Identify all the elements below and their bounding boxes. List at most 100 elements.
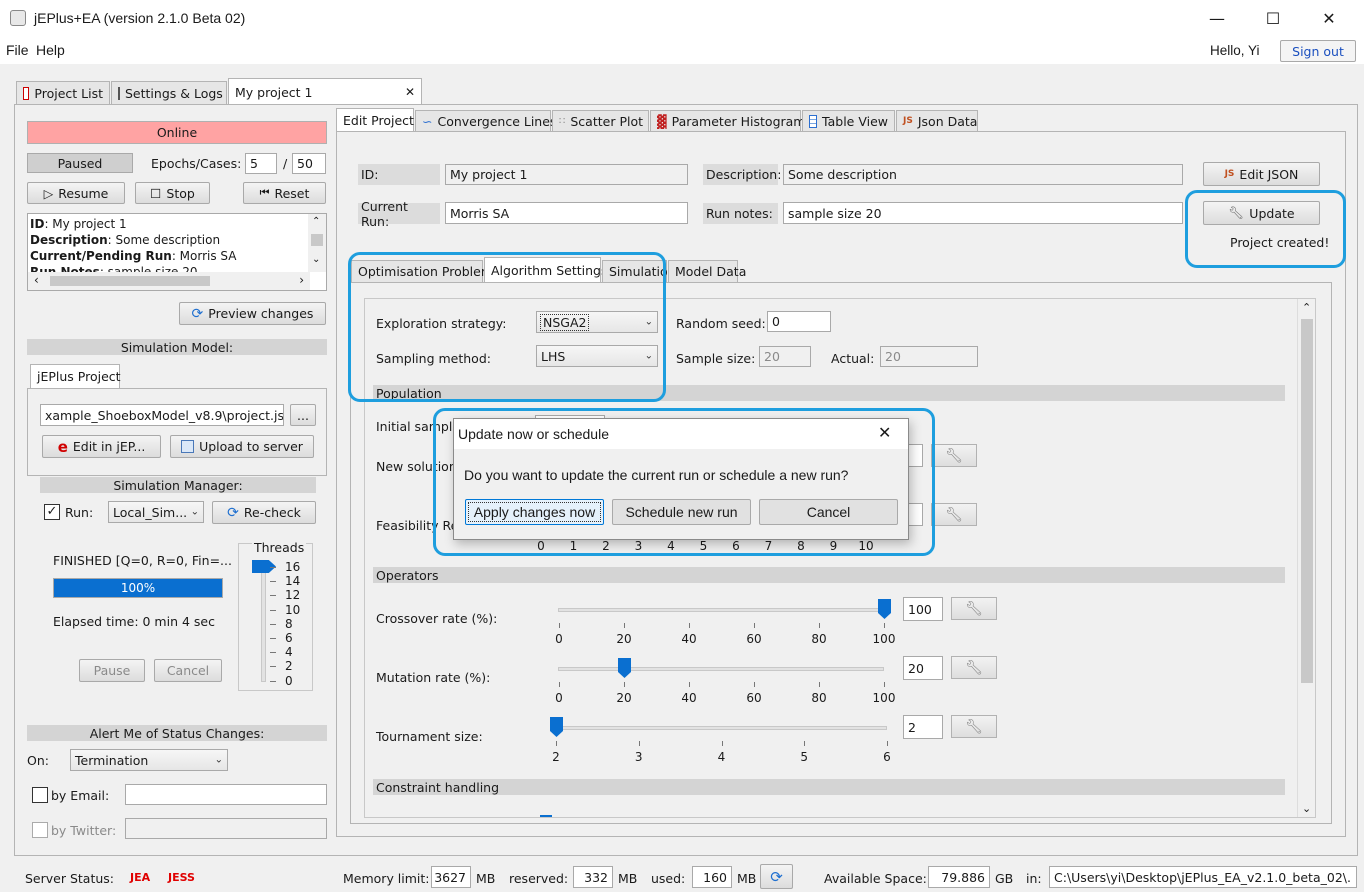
wrench-icon: 🔧︎ xyxy=(965,718,983,735)
crossover-input[interactable]: 100 xyxy=(903,597,943,621)
mutation-tick-label: 100 xyxy=(872,691,896,705)
cancel-sim-button[interactable]: Cancel xyxy=(154,659,222,682)
tab-settings-logs[interactable]: Settings & Logs xyxy=(111,81,227,104)
close-icon[interactable]: ✕ xyxy=(1306,4,1352,34)
preview-changes-button[interactable]: ⟳ Preview changes xyxy=(179,302,326,325)
mutation-tick-mark xyxy=(624,682,625,687)
tab-edit-project[interactable]: Edit Project xyxy=(336,108,414,132)
refresh-memory-button[interactable]: ⟳ xyxy=(760,864,793,889)
scroll-down-icon[interactable]: ⌄ xyxy=(1302,802,1311,815)
highlight-update xyxy=(1185,190,1346,268)
tab-table-view[interactable]: Table View xyxy=(802,110,895,131)
tournament-input[interactable]: 2 xyxy=(903,715,943,739)
sign-out-button[interactable]: Sign out xyxy=(1280,40,1356,62)
mutation-wrench-button[interactable]: 🔧︎ xyxy=(951,656,997,679)
mutation-slider-track[interactable] xyxy=(558,667,884,671)
tab-scatter-plot[interactable]: ∷ Scatter Plot xyxy=(552,110,649,131)
crossover-tick-mark xyxy=(689,623,690,628)
mutation-tick-mark xyxy=(754,682,755,687)
used-value: 160 xyxy=(692,866,732,888)
new-solutions-wrench-button[interactable]: 🔧︎ xyxy=(931,444,977,467)
mutation-tick-label: 80 xyxy=(811,691,827,705)
tab-my-project[interactable]: My project 1 ✕ xyxy=(228,78,422,105)
mutation-label: Mutation rate (%): xyxy=(376,670,491,685)
log-icon xyxy=(118,86,120,100)
constraint-slider-thumb[interactable] xyxy=(540,815,552,817)
run-combo[interactable]: Local_Sim... ⌄ xyxy=(108,501,204,523)
info-hscrollbar[interactable]: ‹ › xyxy=(28,272,310,290)
current-run-label: Current Run: xyxy=(358,199,440,229)
tab-model-data[interactable]: Model Data xyxy=(668,260,746,282)
description-input[interactable]: Some description xyxy=(783,164,1183,185)
algorithm-vscrollbar[interactable]: ⌃ ⌄ xyxy=(1297,299,1315,817)
wrench-icon: 🔧︎ xyxy=(965,600,983,617)
alert-on-combo[interactable]: Termination ⌄ xyxy=(70,749,228,771)
on-label: On: xyxy=(27,753,49,768)
highlight-dialog xyxy=(433,408,935,556)
project-info-box[interactable]: ID: My project 1 Description: Some descr… xyxy=(27,213,327,291)
project-path-input[interactable]: xample_ShoeboxModel_v8.9\project.json xyxy=(40,404,284,426)
crossover-wrench-button[interactable]: 🔧︎ xyxy=(951,597,997,620)
threads-tick-label: 4 xyxy=(285,645,293,660)
crossover-slider-track[interactable] xyxy=(558,608,884,612)
tournament-slider-track[interactable] xyxy=(553,726,887,730)
threads-tick-label: 2 xyxy=(285,659,293,674)
maximize-icon[interactable]: ☐ xyxy=(1250,4,1296,34)
progress-bar: 100% xyxy=(53,578,223,598)
reset-button[interactable]: ⏮ Reset xyxy=(243,182,326,204)
chevron-down-icon: ⌄ xyxy=(214,754,223,766)
current-run-input[interactable]: Morris SA xyxy=(445,202,688,224)
server-status-label: Server Status: xyxy=(25,871,115,886)
scroll-thumb[interactable] xyxy=(1301,319,1313,683)
epochs-total-input[interactable]: 50 xyxy=(292,153,326,174)
tab-jeplus-project[interactable]: jEPlus Project xyxy=(30,364,121,388)
stop-button[interactable]: ☐ Stop xyxy=(135,182,210,204)
email-input[interactable] xyxy=(125,784,327,805)
resume-button[interactable]: ▷ Resume xyxy=(27,182,125,204)
alert-header: Alert Me of Status Changes: xyxy=(27,725,327,741)
tab-convergence-lines[interactable]: ∽ Convergence Lines xyxy=(415,110,556,131)
mutation-input[interactable]: 20 xyxy=(903,656,943,680)
upload-to-server-button[interactable]: Upload to server xyxy=(170,435,314,458)
twitter-checkbox[interactable] xyxy=(32,822,48,838)
menu-help[interactable]: Help xyxy=(36,42,65,58)
tournament-slider-thumb[interactable] xyxy=(550,717,563,737)
threads-tick-mark xyxy=(270,652,276,654)
scroll-up-icon[interactable]: ⌃ xyxy=(1302,301,1311,314)
sample-size-input[interactable]: 20 xyxy=(759,346,811,367)
id-input[interactable]: My project 1 xyxy=(445,164,688,185)
sim-model-header: Simulation Model: xyxy=(27,339,327,355)
pause-button[interactable]: Pause xyxy=(79,659,145,682)
edit-in-jeplus-button[interactable]: e Edit in jEP... xyxy=(42,435,161,458)
threads-slider-track[interactable] xyxy=(261,566,266,682)
mutation-slider-thumb[interactable] xyxy=(618,658,631,678)
crossover-slider-thumb[interactable] xyxy=(878,599,891,619)
recheck-button[interactable]: ⟳ Re-check xyxy=(212,501,316,524)
finished-status: FINISHED [Q=0, R=0, Fin=... xyxy=(53,553,232,568)
menu-bar: File Help Hello, Yi Sign out xyxy=(0,38,1364,64)
tab-project-list[interactable]: Project List xyxy=(16,81,110,104)
menu-file[interactable]: File xyxy=(6,42,29,58)
tab-parameter-histogram[interactable]: ▓ Parameter Histogram xyxy=(650,110,805,131)
edit-json-button[interactable]: JS Edit JSON xyxy=(1203,162,1320,186)
browse-button[interactable]: ... xyxy=(290,404,316,426)
close-tab-icon[interactable]: ✕ xyxy=(405,85,415,99)
run-checkbox[interactable]: ✓ xyxy=(44,504,60,520)
twitter-input[interactable] xyxy=(125,818,327,839)
mutation-tick-label: 40 xyxy=(681,691,697,705)
actual-input[interactable]: 20 xyxy=(880,346,978,367)
random-seed-input[interactable]: 0 xyxy=(767,311,831,332)
memory-limit-label: Memory limit: xyxy=(343,871,430,886)
minimize-icon[interactable]: — xyxy=(1194,4,1240,34)
wrench-icon: 🔧︎ xyxy=(945,506,963,523)
run-notes-input[interactable]: sample size 20 xyxy=(783,202,1183,224)
wrench-icon: 🔧︎ xyxy=(945,447,963,464)
tab-json-data[interactable]: JS Json Data xyxy=(896,110,978,131)
feasibility-wrench-button[interactable]: 🔧︎ xyxy=(931,503,977,526)
table-icon xyxy=(809,114,818,128)
epochs-input[interactable]: 5 xyxy=(245,153,277,174)
tournament-wrench-button[interactable]: 🔧︎ xyxy=(951,715,997,738)
tournament-label: Tournament size: xyxy=(376,729,483,744)
email-checkbox[interactable] xyxy=(32,787,48,803)
info-vscrollbar[interactable]: ⌃ ⌄ xyxy=(308,214,326,272)
